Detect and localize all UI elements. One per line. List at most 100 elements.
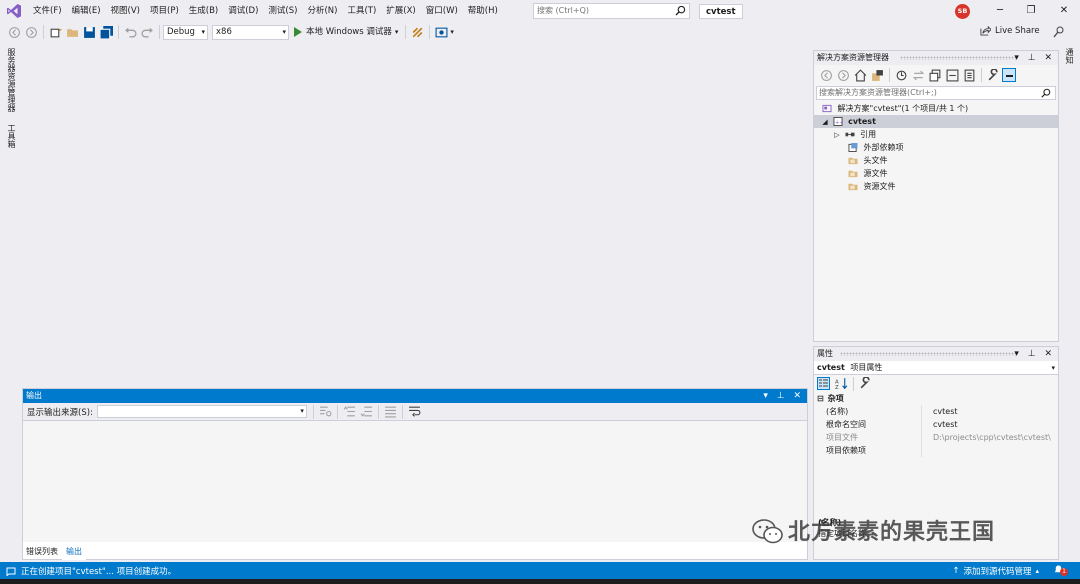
sync-icon[interactable]: [912, 69, 925, 82]
solution-explorer-search[interactable]: 搜索解决方案资源管理器(Ctrl+;): [816, 86, 1056, 100]
property-value[interactable]: cvtest: [922, 405, 1058, 418]
properties-wrench-icon[interactable]: [987, 68, 1000, 82]
close-button[interactable]: ✕: [1049, 2, 1079, 20]
search-input[interactable]: [537, 4, 667, 18]
output-toolbar: 显示输出来源(S): ▾: [23, 403, 807, 420]
previous-message-icon[interactable]: [343, 405, 356, 418]
undo-icon[interactable]: [124, 26, 137, 39]
property-value: D:\projects\cpp\cvtest\cvtest\: [933, 433, 1051, 442]
menu-debug[interactable]: 调试(D): [223, 0, 263, 22]
play-icon: [294, 27, 302, 37]
filter-folder-icon: [848, 183, 858, 191]
word-wrap-icon[interactable]: [408, 405, 421, 418]
home-icon[interactable]: [854, 68, 867, 82]
header-files-node[interactable]: 头文件: [814, 154, 1058, 167]
property-category[interactable]: ⊟ 杂项: [814, 392, 1058, 405]
property-name: 根命名空间: [814, 418, 922, 431]
feedback-icon[interactable]: [1053, 26, 1065, 38]
menu-help[interactable]: 帮助(H): [463, 0, 503, 22]
panel-controls[interactable]: ▾ ⊥ ✕: [763, 389, 804, 403]
property-row[interactable]: 项目文件 D:\projects\cpp\cvtest\cvtest\: [814, 431, 1058, 444]
external-dependencies-node[interactable]: 外部依赖项: [814, 141, 1058, 154]
menu-view[interactable]: 视图(V): [106, 0, 145, 22]
open-folder-icon[interactable]: [66, 26, 79, 39]
next-message-icon[interactable]: [360, 405, 373, 418]
svg-text:Z: Z: [835, 385, 839, 390]
minimize-button[interactable]: ─: [985, 2, 1015, 20]
preview-selected-items-button[interactable]: [1002, 68, 1016, 82]
output-title: 输出: [26, 391, 42, 400]
clear-all-icon[interactable]: [384, 405, 397, 418]
menu-file[interactable]: 文件(F): [28, 0, 67, 22]
property-pages-wrench-icon[interactable]: [859, 377, 872, 390]
add-to-source-control-button[interactable]: 添加到源代码管理: [963, 565, 1031, 577]
menu-build[interactable]: 生成(B): [184, 0, 223, 22]
chevron-down-icon: ▾: [300, 407, 304, 415]
platform-dropdown[interactable]: x86 ▾: [212, 24, 289, 40]
new-project-icon[interactable]: [49, 25, 62, 39]
pending-changes-icon[interactable]: [895, 69, 908, 82]
categorized-button[interactable]: [817, 377, 830, 390]
start-debugging-button[interactable]: 本地 Windows 调试器 ▾: [289, 24, 402, 40]
menu-window[interactable]: 窗口(W): [421, 0, 463, 22]
chevron-down-icon: ▾: [282, 27, 286, 36]
standard-toolbar: Debug ▾ x86 ▾ 本地 Windows 调试器 ▾ ▾: [0, 22, 1080, 42]
collapse-category-icon[interactable]: ⊟: [814, 392, 824, 405]
property-value[interactable]: [922, 444, 1058, 457]
panel-controls[interactable]: ▾ ⊥ ✕: [1014, 51, 1055, 65]
toolbox-tab[interactable]: 工具箱: [6, 124, 17, 148]
find-message-icon[interactable]: [319, 405, 332, 418]
back-icon[interactable]: [820, 69, 833, 82]
user-avatar[interactable]: SB: [955, 4, 970, 19]
visual-studio-logo-icon: [7, 4, 21, 18]
screenshot-icon[interactable]: [435, 26, 448, 39]
menu-tools[interactable]: 工具(T): [342, 0, 381, 22]
show-all-files-icon[interactable]: [963, 69, 976, 82]
back-icon[interactable]: [8, 26, 21, 39]
tab-output[interactable]: 输出: [62, 544, 86, 560]
panel-grip: [900, 56, 1018, 60]
switch-views-icon[interactable]: [871, 69, 884, 82]
chevron-up-icon[interactable]: ▴: [1035, 567, 1039, 575]
alphabetical-icon[interactable]: AZ: [835, 377, 848, 390]
live-share-button[interactable]: Live Share: [980, 25, 1040, 36]
property-row[interactable]: (名称) cvtest: [814, 405, 1058, 418]
left-tool-strip: 服务器资源管理器 工具箱: [0, 42, 22, 562]
menu-analyze[interactable]: 分析(N): [302, 0, 342, 22]
menu-extensions[interactable]: 扩展(X): [381, 0, 420, 22]
references-icon: [845, 132, 855, 137]
menu-project[interactable]: 项目(P): [145, 0, 184, 22]
save-all-icon[interactable]: [100, 25, 113, 39]
save-icon[interactable]: [83, 26, 96, 39]
hot-reload-icon[interactable]: [411, 26, 424, 39]
notifications-button[interactable]: 1: [1053, 564, 1068, 578]
solution-node[interactable]: 解决方案"cvtest"(1 个项目/共 1 个): [814, 102, 1058, 115]
server-explorer-tab[interactable]: 服务器资源管理器: [6, 48, 17, 112]
references-node[interactable]: ▷ 引用: [814, 128, 1058, 141]
refresh-icon[interactable]: [929, 69, 942, 82]
forward-icon[interactable]: [25, 26, 38, 39]
resource-files-node[interactable]: 资源文件: [814, 180, 1058, 193]
output-header: 输出 ▾ ⊥ ✕: [23, 389, 807, 403]
project-node[interactable]: ◢ ++ cvtest: [814, 115, 1058, 128]
output-source-dropdown[interactable]: ▾: [96, 405, 307, 418]
menu-test[interactable]: 测试(S): [263, 0, 302, 22]
chevron-down-icon: ▾: [201, 27, 205, 36]
forward-icon[interactable]: [837, 69, 850, 82]
redo-icon[interactable]: [141, 26, 154, 39]
property-row[interactable]: 项目依赖项: [814, 444, 1058, 457]
tab-error-list[interactable]: 错误列表: [22, 544, 62, 560]
configuration-dropdown[interactable]: Debug ▾: [163, 24, 208, 40]
property-row[interactable]: 根命名空间 cvtest: [814, 418, 1058, 431]
source-files-node[interactable]: 源文件: [814, 167, 1058, 180]
output-text-area[interactable]: [23, 420, 807, 542]
notifications-tab[interactable]: 通知: [1064, 48, 1075, 64]
properties-object-selector[interactable]: cvtest 项目属性 ▾: [814, 361, 1058, 375]
panel-controls[interactable]: ▾ ⊥ ✕: [1014, 347, 1055, 361]
search-box[interactable]: [533, 3, 690, 19]
restore-button[interactable]: ❐: [1016, 2, 1046, 20]
collapse-all-icon[interactable]: [946, 69, 959, 82]
property-value[interactable]: cvtest: [922, 418, 1058, 431]
toolbar-overflow-icon[interactable]: ▾: [450, 28, 454, 36]
menu-edit[interactable]: 编辑(E): [67, 0, 106, 22]
